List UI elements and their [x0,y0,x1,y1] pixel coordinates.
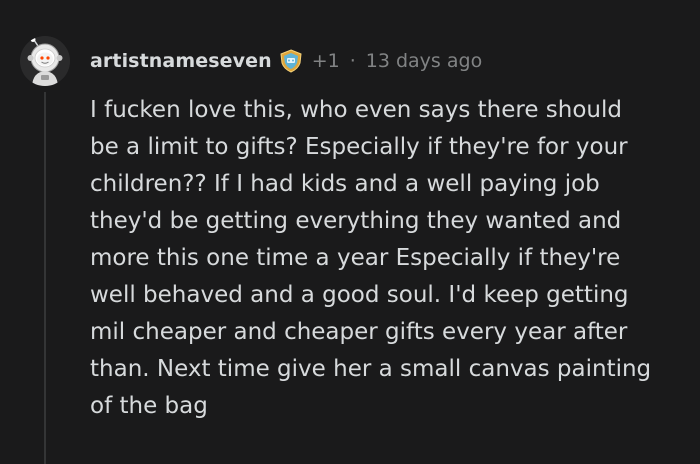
meta-separator: · [349,50,356,72]
comment: artistnameseven +1 · 13 days ago I fucke… [0,0,700,464]
comment-line: of the bag [90,393,208,419]
username-link[interactable]: artistnameseven [90,50,272,72]
timestamp-link[interactable]: 13 days ago [366,50,482,72]
comment-header: artistnameseven +1 · 13 days ago [90,46,482,76]
comment-line: I fucken love this, who even says there … [90,97,622,123]
karma-score: +1 [311,50,340,72]
comment-body: I fucken love this, who even says there … [90,92,690,425]
shield-award-icon [278,48,304,74]
comment-line: well behaved and a good soul. I'd keep g… [90,282,629,308]
comment-line: be a limit to gifts? Especially if they'… [90,134,628,160]
avatar[interactable] [20,36,70,86]
comment-line: they'd be getting everything they wanted… [90,208,622,234]
comment-line: mil cheaper and cheaper gifts every year… [90,319,628,345]
comment-line: more this one time a year Especially if … [90,245,621,271]
comment-line: children?? If I had kids and a well payi… [90,171,600,197]
comment-line: than. Next time give her a small canvas … [90,356,652,382]
astronaut-snoo-icon [20,36,70,86]
thread-collapse-line[interactable] [44,92,46,464]
